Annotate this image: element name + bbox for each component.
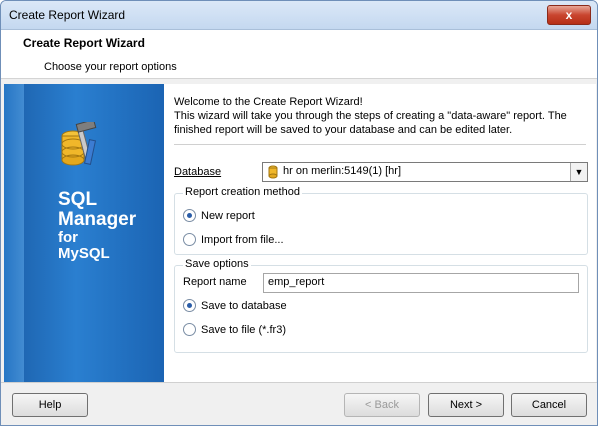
close-icon: x xyxy=(565,8,573,22)
divider xyxy=(174,144,586,145)
wizard-header: Create Report Wizard Choose your report … xyxy=(1,30,597,79)
cancel-button[interactable]: Cancel xyxy=(511,393,587,417)
database-tools-icon xyxy=(61,122,97,166)
radio-label: New report xyxy=(201,209,255,222)
next-button[interactable]: Next > xyxy=(428,393,504,417)
radio-indicator[interactable] xyxy=(183,209,196,222)
radio-save-to-file[interactable]: Save to file (*.fr3) xyxy=(183,323,286,336)
product-line-2: Manager xyxy=(58,209,137,230)
report-creation-method-group: Report creation method New report Import… xyxy=(174,186,588,255)
product-banner: SQL Manager for MySQL xyxy=(4,84,164,382)
product-line-3: for xyxy=(58,229,78,246)
database-icon xyxy=(268,165,278,179)
wizard-footer: Help < Back Next > Cancel xyxy=(1,382,597,425)
product-line-1: SQL xyxy=(58,189,98,210)
report-name-input[interactable]: emp_report xyxy=(263,273,579,293)
banner-stripe xyxy=(4,84,24,382)
database-select-value: hr on merlin:5149(1) [hr] xyxy=(283,165,401,177)
welcome-line-2: This wizard will take you through the st… xyxy=(174,110,567,122)
creation-method-legend: Report creation method xyxy=(183,186,302,198)
database-label: Database xyxy=(174,166,221,178)
report-name-value: emp_report xyxy=(268,276,325,288)
window-title: Create Report Wizard xyxy=(9,8,126,22)
radio-label: Save to file (*.fr3) xyxy=(201,323,286,336)
radio-label: Import from file... xyxy=(201,233,284,246)
wizard-window: Create Report Wizard x Create Report Wiz… xyxy=(0,0,598,426)
welcome-text: Welcome to the Create Report Wizard! Thi… xyxy=(174,95,594,137)
radio-save-to-database[interactable]: Save to database xyxy=(183,299,287,312)
chevron-down-icon[interactable]: ▼ xyxy=(570,163,587,181)
radio-import-from-file[interactable]: Import from file... xyxy=(183,233,284,246)
database-select[interactable]: hr on merlin:5149(1) [hr] ▼ xyxy=(262,162,588,182)
report-name-label: Report name xyxy=(183,276,247,288)
close-button[interactable]: x xyxy=(547,5,591,25)
welcome-line-3: finished report will be saved to your da… xyxy=(174,124,513,136)
product-line-4: MySQL xyxy=(58,245,110,262)
back-button[interactable]: < Back xyxy=(344,393,420,417)
radio-new-report[interactable]: New report xyxy=(183,209,255,222)
welcome-line-1: Welcome to the Create Report Wizard! xyxy=(174,96,363,108)
radio-indicator[interactable] xyxy=(183,233,196,246)
database-label-text: Database xyxy=(174,166,222,178)
header-subtitle: Choose your report options xyxy=(44,61,177,73)
radio-label: Save to database xyxy=(201,299,287,312)
product-name: SQL Manager for MySQL xyxy=(58,190,136,262)
save-options-group: Save options Report name emp_report Save… xyxy=(174,258,588,353)
wizard-content: Welcome to the Create Report Wizard! Thi… xyxy=(164,84,596,382)
header-title: Create Report Wizard xyxy=(23,36,145,50)
save-options-legend: Save options xyxy=(183,258,251,270)
radio-indicator[interactable] xyxy=(183,323,196,336)
help-button[interactable]: Help xyxy=(12,393,88,417)
radio-indicator[interactable] xyxy=(183,299,196,312)
title-bar[interactable]: Create Report Wizard x xyxy=(1,1,597,30)
